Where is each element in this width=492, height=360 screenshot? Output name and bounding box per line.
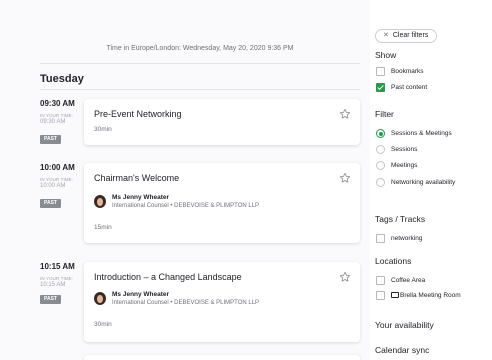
meeting-room-icon <box>391 291 399 298</box>
option-label: Brella Meeting Room <box>400 291 461 299</box>
your-time: 10:15 AM <box>40 282 66 288</box>
past-badge: PAST <box>40 199 61 208</box>
clear-filters-label: Clear filters <box>392 32 429 39</box>
option-label: Sessions & Meetings <box>391 129 452 137</box>
your-time-label: IN YOUR TIME: <box>40 177 74 182</box>
option-label: Coffee Area <box>391 276 426 284</box>
radio[interactable] <box>376 145 385 154</box>
your-time: 09:30 AM <box>40 119 66 125</box>
checkbox[interactable] <box>376 234 385 243</box>
bookmark-star-icon[interactable] <box>339 108 351 120</box>
time-slot: 10:15 AM IN YOUR TIME: 10:15 AM PAST Int… <box>40 262 360 342</box>
speaker-name: Ms Jenny Wheater <box>112 194 170 201</box>
your-time-label: IN YOUR TIME: <box>40 276 74 281</box>
past-badge: PAST <box>40 295 61 304</box>
schedule-panel: Time in Europe/London: Wednesday, May 20… <box>0 0 370 360</box>
slot-time: 10:15 AM <box>40 262 75 271</box>
session-card[interactable]: Introduction – a Changed Landscape Ms Je… <box>84 262 360 342</box>
session-title[interactable]: Pre-Event Networking <box>94 109 182 119</box>
option-label: Networking availability <box>391 178 456 186</box>
past-badge: PAST <box>40 135 61 144</box>
option-label: Past content <box>391 83 428 91</box>
time-slot: 10:00 AM IN YOUR TIME: 10:00 AM PAST Cha… <box>40 163 360 245</box>
radio-selected[interactable] <box>376 129 385 138</box>
show-heading: Show <box>375 50 397 60</box>
timezone-note: Time in Europe/London: Wednesday, May 20… <box>106 45 294 52</box>
radio[interactable] <box>376 161 385 170</box>
close-icon: ✕ <box>383 32 389 39</box>
availability-heading[interactable]: Your availability <box>375 320 434 330</box>
option-label: Bookmarks <box>391 67 424 75</box>
session-card[interactable]: Pre-Event Networking 30min <box>84 99 360 145</box>
session-duration: 30min <box>94 126 112 133</box>
divider <box>40 89 360 90</box>
session-duration: 15min <box>94 224 112 231</box>
bookmark-star-icon[interactable] <box>339 271 351 283</box>
clear-filters-button[interactable]: ✕ Clear filters <box>375 29 438 43</box>
your-time-label: IN YOUR TIME: <box>40 113 74 118</box>
day-heading: Tuesday <box>40 73 84 85</box>
bookmark-star-icon[interactable] <box>339 172 351 184</box>
filter-panel: ✕ Clear filters Show Bookmarks Past conte… <box>370 0 492 360</box>
option-label: networking <box>391 234 423 242</box>
option-label: Meetings <box>391 161 418 169</box>
option-label-with-icon: Brella Meeting Room <box>391 291 461 299</box>
session-title[interactable]: Chairman's Welcome <box>94 173 179 183</box>
session-title[interactable]: Introduction – a Changed Landscape <box>94 272 242 282</box>
speaker-role: International Counsel • DEBEVOISE & PLIM… <box>112 300 260 306</box>
speaker-name: Ms Jenny Wheater <box>112 291 170 298</box>
filter-heading: Filter <box>375 109 394 119</box>
session-card[interactable]: Chairman's Welcome Ms Jenny Wheater Inte… <box>84 163 360 243</box>
slot-time: 10:00 AM <box>40 163 75 172</box>
checkbox[interactable] <box>376 67 385 76</box>
session-card[interactable] <box>84 355 360 360</box>
session-duration: 30min <box>94 321 112 328</box>
tags-heading: Tags / Tracks <box>375 214 426 224</box>
checkbox-checked[interactable] <box>376 83 385 92</box>
radio[interactable] <box>376 178 385 187</box>
speaker-role: International Counsel • DEBEVOISE & PLIM… <box>112 203 260 209</box>
your-time: 10:00 AM <box>40 183 66 189</box>
checkbox[interactable] <box>376 276 385 285</box>
speaker-avatar <box>94 292 106 305</box>
option-label: Sessions <box>391 145 418 153</box>
checkbox[interactable] <box>376 291 385 300</box>
speaker-avatar <box>94 195 106 208</box>
time-slot: 09:30 AM IN YOUR TIME: 09:30 AM PAST Pre… <box>40 99 360 149</box>
locations-heading: Locations <box>375 256 412 266</box>
slot-time: 09:30 AM <box>40 99 75 108</box>
divider <box>40 63 360 64</box>
calendar-sync-heading[interactable]: Calendar sync <box>375 345 429 355</box>
